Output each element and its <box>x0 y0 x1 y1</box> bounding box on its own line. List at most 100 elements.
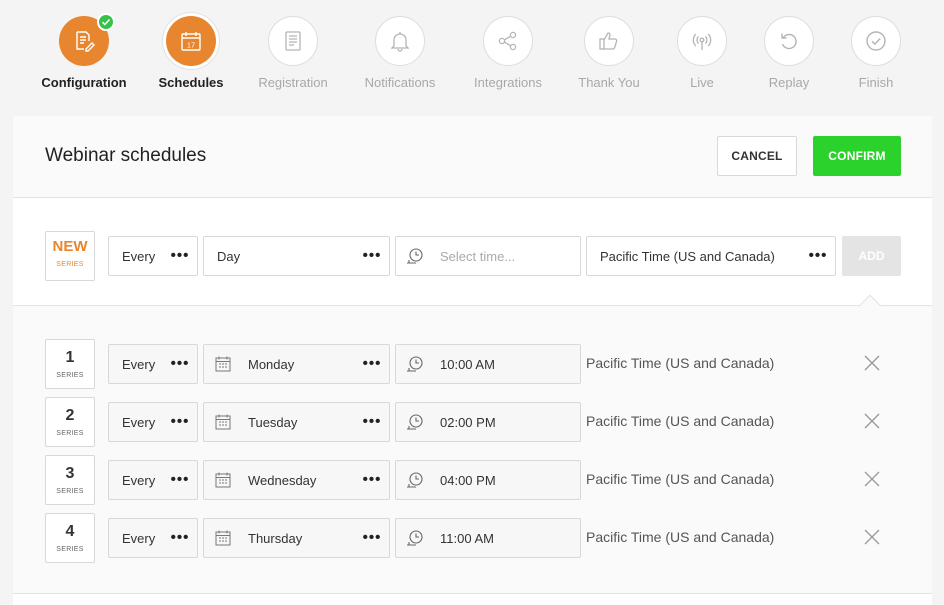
new-series-badge: NEW SERIES <box>45 231 95 281</box>
svg-text:17: 17 <box>187 41 195 50</box>
step-circle: 17 <box>166 16 216 66</box>
cancel-button[interactable]: CANCEL <box>717 136 797 176</box>
more-dots-icon[interactable]: ••• <box>355 472 389 487</box>
broadcast-icon <box>692 33 712 50</box>
period-value: Day <box>217 248 241 264</box>
step-label: Registration <box>258 75 328 90</box>
new-series-row: NEW SERIES Every ••• Day ••• Select time… <box>13 199 932 306</box>
step-label: Configuration <box>41 75 127 90</box>
frequency-value: Every <box>122 414 156 430</box>
more-dots-icon[interactable]: ••• <box>163 414 197 429</box>
series-list: 1 SERIES Every ••• Monday ••• 10:00 AM P… <box>13 294 932 594</box>
remove-series-icon[interactable] <box>863 412 881 430</box>
edit-document-icon <box>76 31 95 52</box>
confirm-button[interactable]: CONFIRM <box>813 136 901 176</box>
frequency-select[interactable]: Every ••• <box>108 402 198 442</box>
new-badge-label: NEW <box>52 238 88 255</box>
series-number: 3 <box>65 465 75 482</box>
step-finish[interactable]: Finish <box>816 16 936 90</box>
calendar-icon <box>204 471 234 489</box>
series-badge-sub: SERIES <box>56 372 84 379</box>
time-input[interactable]: Select time... <box>395 236 581 276</box>
step-circle <box>59 13 115 66</box>
remove-series-icon[interactable] <box>863 354 881 372</box>
series-number: 4 <box>65 523 75 540</box>
replay-icon <box>781 33 797 50</box>
calendar-icon <box>204 413 234 431</box>
day-select[interactable]: Tuesday ••• <box>203 402 390 442</box>
series-badge: 4 SERIES <box>45 513 95 563</box>
share-icon <box>498 31 517 51</box>
clock-icon <box>396 413 426 431</box>
step-configuration[interactable]: Configuration <box>24 13 144 90</box>
more-dots-icon[interactable]: ••• <box>163 530 197 545</box>
form-icon <box>285 31 301 51</box>
time-value: 02:00 PM <box>440 414 496 430</box>
time-input[interactable]: 10:00 AM <box>395 344 581 384</box>
add-series-button[interactable]: ADD <box>842 236 901 276</box>
more-dots-icon[interactable]: ••• <box>163 472 197 487</box>
step-circle <box>851 16 901 66</box>
timezone-label: Pacific Time (US and Canada) <box>586 529 775 545</box>
time-input[interactable]: 04:00 PM <box>395 460 581 500</box>
time-input[interactable]: 02:00 PM <box>395 402 581 442</box>
remove-series-icon[interactable] <box>863 470 881 488</box>
more-dots-icon[interactable]: ••• <box>163 248 197 263</box>
clock-icon <box>396 471 426 489</box>
calendar-icon <box>204 529 234 547</box>
day-select[interactable]: Thursday ••• <box>203 518 390 558</box>
day-select[interactable]: Wednesday ••• <box>203 460 390 500</box>
more-dots-icon[interactable]: ••• <box>355 248 389 263</box>
step-circle <box>677 16 727 66</box>
schedules-card: Webinar schedules CANCEL CONFIRM NEW SER… <box>13 116 932 605</box>
clock-icon <box>396 529 426 547</box>
clock-icon <box>396 247 426 265</box>
timezone-label: Pacific Time (US and Canada) <box>586 413 775 429</box>
more-dots-icon[interactable]: ••• <box>163 356 197 371</box>
calendar-icon: 17 <box>181 32 201 51</box>
step-circle <box>375 16 425 66</box>
step-circle <box>584 16 634 66</box>
series-number: 1 <box>65 349 75 366</box>
more-dots-icon[interactable]: ••• <box>801 248 835 263</box>
thumbs-up-icon <box>599 32 618 50</box>
period-select[interactable]: Day ••• <box>203 236 390 276</box>
series-number: 2 <box>65 407 75 424</box>
day-value: Wednesday <box>248 472 317 488</box>
frequency-select[interactable]: Every ••• <box>108 518 198 558</box>
step-label: Finish <box>858 75 894 90</box>
series-badge-sub: SERIES <box>56 488 84 495</box>
frequency-select[interactable]: Every ••• <box>108 236 198 276</box>
frequency-select[interactable]: Every ••• <box>108 460 198 500</box>
frequency-select[interactable]: Every ••• <box>108 344 198 384</box>
step-label: Notifications <box>364 75 436 90</box>
clock-icon <box>396 355 426 373</box>
step-notifications[interactable]: Notifications <box>340 16 460 90</box>
series-badge-sub: SERIES <box>56 261 84 268</box>
card-header: Webinar schedules CANCEL CONFIRM <box>13 116 932 198</box>
day-value: Monday <box>248 356 295 372</box>
completed-check-icon <box>97 13 115 31</box>
calendar-icon <box>204 355 234 373</box>
timezone-select[interactable]: Pacific Time (US and Canada) ••• <box>586 236 836 276</box>
bell-icon <box>390 32 410 52</box>
more-dots-icon[interactable]: ••• <box>355 414 389 429</box>
time-value: 10:00 AM <box>440 356 495 372</box>
time-input[interactable]: 11:00 AM <box>395 518 581 558</box>
check-circle-icon <box>866 31 886 51</box>
more-dots-icon[interactable]: ••• <box>355 356 389 371</box>
timezone-label: Pacific Time (US and Canada) <box>586 471 775 487</box>
day-value: Thursday <box>248 530 303 546</box>
more-dots-icon[interactable]: ••• <box>355 530 389 545</box>
series-badge: 1 SERIES <box>45 339 95 389</box>
time-value: 04:00 PM <box>440 472 496 488</box>
day-select[interactable]: Monday ••• <box>203 344 390 384</box>
remove-series-icon[interactable] <box>863 528 881 546</box>
series-badge: 2 SERIES <box>45 397 95 447</box>
page-title: Webinar schedules <box>45 145 207 166</box>
time-placeholder: Select time... <box>440 248 516 264</box>
step-registration[interactable]: Registration <box>233 16 353 90</box>
frequency-value: Every <box>122 472 156 488</box>
step-circle <box>268 16 318 66</box>
series-badge-sub: SERIES <box>56 430 84 437</box>
